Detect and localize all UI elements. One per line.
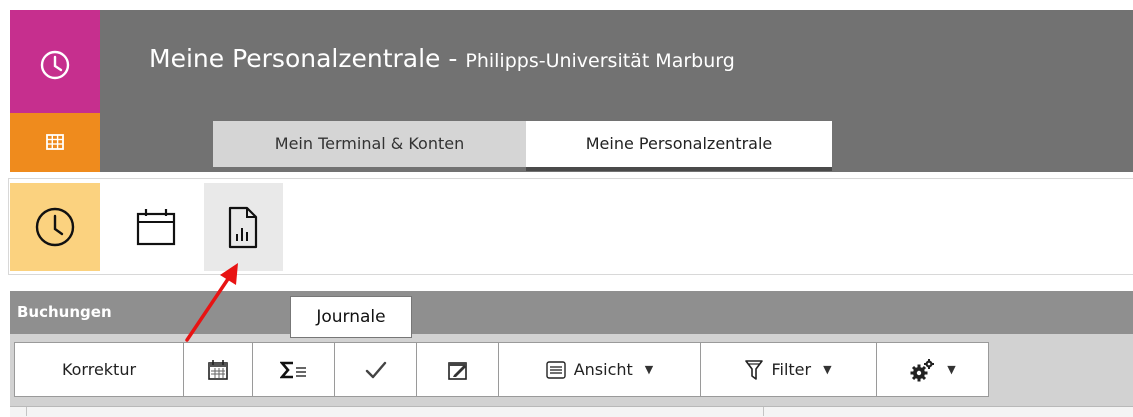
journal-button[interactable] — [204, 183, 283, 271]
confirm-button[interactable] — [335, 343, 417, 396]
settings-dropdown[interactable]: ▼ — [877, 343, 988, 396]
table-select-column — [10, 407, 27, 416]
journal-tooltip: Journale — [290, 296, 412, 338]
time-tracking-button[interactable] — [10, 183, 100, 271]
tab-mein-terminal[interactable]: Mein Terminal & Konten — [213, 121, 526, 167]
korrektur-button[interactable]: Korrektur — [15, 343, 184, 396]
sidebar-item-grid[interactable] — [10, 113, 100, 172]
organization-name: Philipps-Universität Marburg — [465, 50, 735, 72]
active-tab-indicator — [526, 167, 832, 171]
report-icon — [228, 206, 258, 249]
korrektur-label: Korrektur — [61, 360, 137, 379]
app-title-main: Meine Personalzentrale — [149, 44, 441, 73]
filter-icon — [745, 359, 764, 380]
calendar-grid-icon — [208, 359, 228, 380]
clock-icon — [40, 50, 70, 80]
edit-button[interactable] — [417, 343, 499, 396]
panel-header — [10, 291, 1133, 334]
list-view-icon — [546, 360, 566, 379]
sidebar-item-time[interactable] — [10, 10, 100, 113]
calendar-button[interactable] — [113, 183, 203, 271]
title-separator: - — [448, 44, 458, 73]
chevron-down-icon: ▼ — [644, 363, 654, 376]
clock-icon — [35, 207, 75, 247]
edit-note-icon — [447, 361, 467, 380]
sigma-list-icon — [279, 361, 306, 378]
sum-button[interactable] — [253, 343, 335, 396]
filter-label: Filter — [771, 360, 812, 379]
gears-icon — [910, 358, 935, 381]
action-toolbar: Korrektur Ansicht ▼ Filter ▼ ▼ — [14, 342, 989, 397]
panel-title: Buchungen — [17, 303, 112, 321]
table-column — [26, 407, 764, 416]
page-title: Meine Personalzentrale - Philipps-Univer… — [149, 44, 735, 73]
calendar-icon — [136, 209, 176, 246]
chevron-down-icon: ▼ — [947, 363, 956, 376]
filter-dropdown[interactable]: Filter ▼ — [701, 343, 877, 396]
ansicht-dropdown[interactable]: Ansicht ▼ — [499, 343, 701, 396]
chevron-down-icon: ▼ — [823, 363, 832, 376]
ansicht-label: Ansicht — [573, 360, 633, 379]
grid-icon — [46, 134, 64, 150]
tab-meine-personalzentrale[interactable]: Meine Personalzentrale — [526, 121, 832, 167]
calendar-view-button[interactable] — [184, 343, 253, 396]
check-icon — [365, 361, 386, 378]
